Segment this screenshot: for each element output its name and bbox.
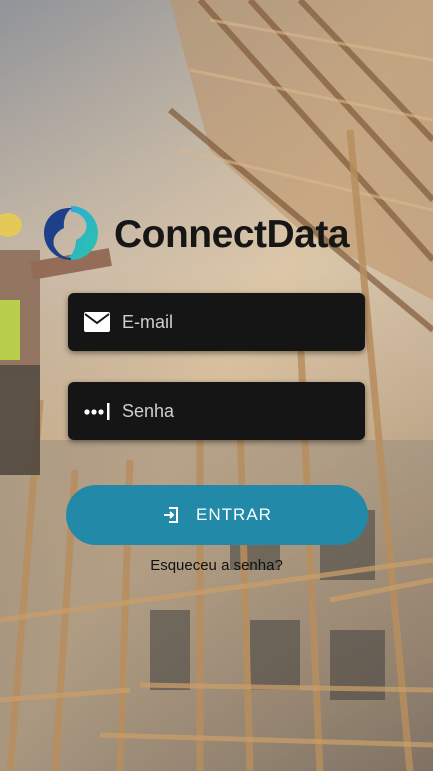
forgot-password-link[interactable]: Esqueceu a senha? bbox=[0, 557, 433, 574]
login-icon bbox=[162, 506, 180, 524]
login-button[interactable]: ENTRAR bbox=[66, 485, 368, 545]
brand-name: ConnectData bbox=[114, 213, 350, 256]
password-field[interactable] bbox=[68, 382, 365, 440]
login-button-label: ENTRAR bbox=[196, 505, 272, 524]
brand-logo: ConnectData bbox=[36, 200, 350, 270]
connectdata-logo-icon bbox=[44, 206, 98, 260]
email-field[interactable] bbox=[68, 293, 365, 351]
password-input[interactable] bbox=[120, 399, 344, 423]
password-dots-icon bbox=[82, 398, 112, 424]
envelope-icon bbox=[82, 309, 112, 335]
email-input[interactable] bbox=[120, 310, 344, 334]
